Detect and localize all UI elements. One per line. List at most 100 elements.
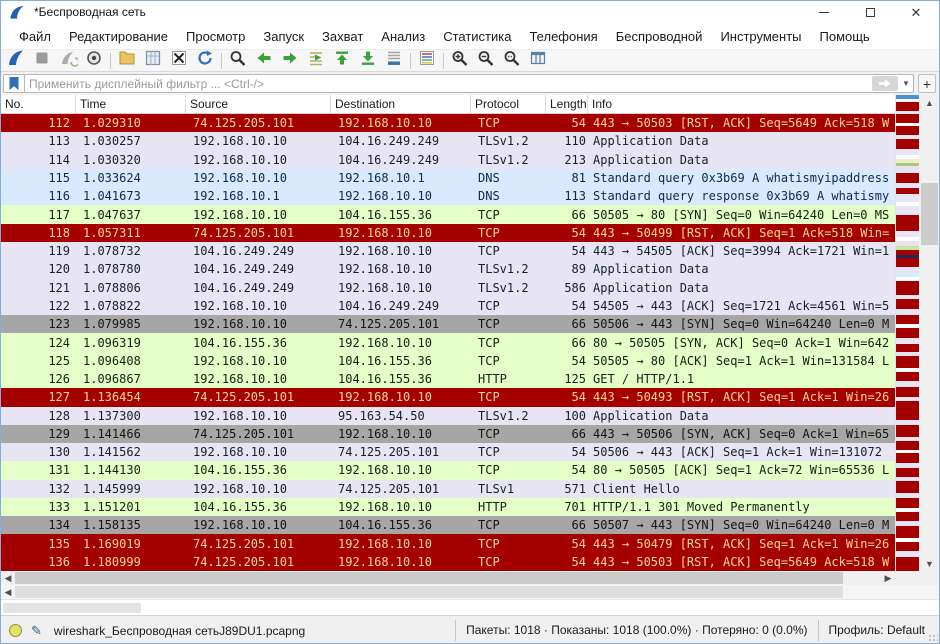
open-file-button[interactable] xyxy=(114,50,140,71)
packet-row-113[interactable]: 1131.030257192.168.10.10104.16.249.249TL… xyxy=(1,132,895,150)
capture-options-button[interactable] xyxy=(81,50,107,71)
column-header-info[interactable]: Info xyxy=(588,95,895,113)
packet-row-135[interactable]: 1351.16901974.125.205.101192.168.10.10TC… xyxy=(1,534,895,552)
zoom-out-button[interactable] xyxy=(473,50,499,71)
minimap-stripe xyxy=(896,542,919,551)
capture-comment-icon[interactable]: ✎ xyxy=(31,623,42,639)
packet-row-129[interactable]: 1291.14146674.125.205.101192.168.10.10TC… xyxy=(1,425,895,443)
close-file-button[interactable] xyxy=(166,50,192,71)
go-top-button[interactable] xyxy=(329,50,355,71)
packet-row-133[interactable]: 1331.151201104.16.155.36192.168.10.10HTT… xyxy=(1,498,895,516)
profile-selector[interactable]: Профиль: Default xyxy=(818,620,940,640)
menu-help[interactable]: Помощь xyxy=(811,26,879,47)
filter-history-dropdown[interactable]: ▼ xyxy=(899,79,913,88)
packet-row-130[interactable]: 1301.141562192.168.10.1074.125.205.101TC… xyxy=(1,443,895,461)
restart-capture-button[interactable] xyxy=(55,50,81,71)
packet-row-115[interactable]: 1151.033624192.168.10.10192.168.10.1DNS8… xyxy=(1,169,895,187)
packet-source: 104.16.249.249 xyxy=(186,244,331,258)
packet-row-119[interactable]: 1191.078732104.16.249.249192.168.10.10TC… xyxy=(1,242,895,260)
menu-edit[interactable]: Редактирование xyxy=(60,26,177,47)
packet-minimap[interactable] xyxy=(895,95,919,571)
packet-row-116[interactable]: 1161.041673192.168.10.1192.168.10.10DNS1… xyxy=(1,187,895,205)
minimize-button[interactable] xyxy=(801,1,847,23)
scroll-left-arrow[interactable]: ◀ xyxy=(1,573,15,584)
packet-row-125[interactable]: 1251.096408192.168.10.10104.16.155.36TCP… xyxy=(1,352,895,370)
zoom-original-button[interactable] xyxy=(499,50,525,71)
vertical-scrollbar-thumb[interactable] xyxy=(921,183,938,245)
menu-wireless[interactable]: Беспроводной xyxy=(607,26,712,47)
maximize-button[interactable] xyxy=(847,1,893,23)
packet-row-123[interactable]: 1231.079985192.168.10.1074.125.205.101TC… xyxy=(1,315,895,333)
horizontal-scrollbar-thumb[interactable] xyxy=(15,572,843,584)
expert-info-icon[interactable] xyxy=(9,624,22,637)
scroll-right-arrow[interactable]: ▶ xyxy=(881,573,895,584)
secondary-horizontal-scrollbar[interactable]: ◀ xyxy=(1,585,939,599)
packet-row-128[interactable]: 1281.137300192.168.10.1095.163.54.50TLSv… xyxy=(1,407,895,425)
scroll-down-arrow[interactable]: ▼ xyxy=(919,556,940,571)
resize-grip[interactable] xyxy=(928,634,938,644)
packet-row-132[interactable]: 1321.145999192.168.10.1074.125.205.101TL… xyxy=(1,480,895,498)
start-capture-button[interactable] xyxy=(3,50,29,71)
save-file-button[interactable] xyxy=(140,50,166,71)
packet-destination: 192.168.10.10 xyxy=(331,244,471,258)
go-bottom-button[interactable] xyxy=(355,50,381,71)
menu-statistics[interactable]: Статистика xyxy=(434,26,520,47)
packet-protocol: TLSv1.2 xyxy=(471,153,546,167)
minimap-stripe xyxy=(896,126,919,135)
add-filter-button[interactable]: + xyxy=(918,74,936,93)
menu-telephony[interactable]: Телефония xyxy=(520,26,606,47)
packet-row-114[interactable]: 1141.030320192.168.10.10104.16.249.249TL… xyxy=(1,151,895,169)
go-to-packet-button[interactable] xyxy=(303,50,329,71)
minimap-stripe xyxy=(896,215,919,231)
column-header-source[interactable]: Source xyxy=(186,95,331,113)
packet-row-122[interactable]: 1221.078822192.168.10.10104.16.249.249TC… xyxy=(1,297,895,315)
menu-view[interactable]: Просмотр xyxy=(177,26,254,47)
menu-go[interactable]: Запуск xyxy=(254,26,313,47)
menu-tools[interactable]: Инструменты xyxy=(711,26,810,47)
menu-file[interactable]: Файл xyxy=(10,26,60,47)
packet-destination: 104.16.249.249 xyxy=(331,134,471,148)
filter-bookmark-button[interactable] xyxy=(3,74,25,93)
vertical-scrollbar[interactable]: ▲ ▼ xyxy=(919,95,940,571)
column-header-protocol[interactable]: Protocol xyxy=(471,95,546,113)
packet-row-120[interactable]: 1201.078780104.16.249.249192.168.10.10TL… xyxy=(1,260,895,278)
auto-scroll-button[interactable] xyxy=(381,50,407,71)
packet-row-126[interactable]: 1261.096867192.168.10.10104.16.155.36HTT… xyxy=(1,370,895,388)
packet-row-121[interactable]: 1211.078806104.16.249.249192.168.10.10TL… xyxy=(1,279,895,297)
close-button[interactable]: ✕ xyxy=(893,1,939,23)
packet-row-136[interactable]: 1361.18099974.125.205.101192.168.10.10TC… xyxy=(1,553,895,571)
packet-info: GET / HTTP/1.1 xyxy=(588,372,895,386)
column-header-time[interactable]: Time xyxy=(76,95,186,113)
column-header-no[interactable]: No. xyxy=(1,95,76,113)
packet-row-118[interactable]: 1181.05731174.125.205.101192.168.10.10TC… xyxy=(1,224,895,242)
packet-row-117[interactable]: 1171.047637192.168.10.10104.16.155.36TCP… xyxy=(1,205,895,223)
scroll-up-arrow[interactable]: ▲ xyxy=(919,95,940,110)
go-back-button[interactable] xyxy=(251,50,277,71)
packet-row-131[interactable]: 1311.144130104.16.155.36192.168.10.10TCP… xyxy=(1,461,895,479)
menu-capture[interactable]: Захват xyxy=(313,26,372,47)
go-top-icon xyxy=(332,49,352,72)
packet-row-134[interactable]: 1341.158135192.168.10.10104.16.155.36TCP… xyxy=(1,516,895,534)
horizontal-scrollbar[interactable]: ◀ ▶ xyxy=(1,571,895,585)
secondary-scrollbar-thumb[interactable] xyxy=(15,586,843,598)
column-header-length[interactable]: Length xyxy=(546,95,588,113)
packet-row-124[interactable]: 1241.096319104.16.155.36192.168.10.10TCP… xyxy=(1,333,895,351)
stop-capture-button[interactable] xyxy=(29,50,55,71)
resize-columns-button[interactable] xyxy=(525,50,551,71)
column-header-destination[interactable]: Destination xyxy=(331,95,471,113)
packet-source: 192.168.10.10 xyxy=(186,482,331,496)
reload-file-button[interactable] xyxy=(192,50,218,71)
display-filter-input[interactable] xyxy=(25,77,872,91)
status-bar: ✎ wireshark_Беспроводная сетьJ89DU1.pcap… xyxy=(1,615,939,644)
packet-row-127[interactable]: 1271.13645474.125.205.101192.168.10.10TC… xyxy=(1,388,895,406)
packet-list-header: No.TimeSourceDestinationProtocolLengthIn… xyxy=(1,95,895,114)
menu-analyze[interactable]: Анализ xyxy=(372,26,434,47)
find-packet-button[interactable] xyxy=(225,50,251,71)
zoom-in-button[interactable] xyxy=(447,50,473,71)
minimap-stripe xyxy=(896,139,919,149)
go-forward-button[interactable] xyxy=(277,50,303,71)
scroll-left-arrow-2[interactable]: ◀ xyxy=(1,587,15,598)
colorize-button[interactable] xyxy=(414,50,440,71)
apply-filter-button[interactable] xyxy=(872,76,898,91)
packet-row-112[interactable]: 1121.02931074.125.205.101192.168.10.10TC… xyxy=(1,114,895,132)
